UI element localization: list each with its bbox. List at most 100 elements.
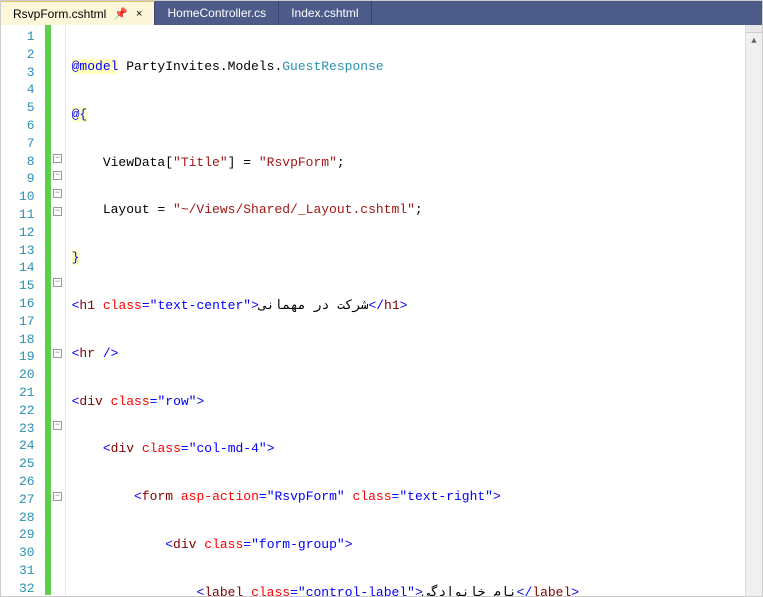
code-line: <h1 class="text-center">شرکت در مهمانی</… bbox=[72, 297, 739, 315]
outline-cell bbox=[51, 452, 65, 470]
tab-homecontroller[interactable]: HomeController.cs bbox=[155, 1, 279, 25]
line-number: 6 bbox=[19, 117, 35, 135]
line-number: 25 bbox=[19, 455, 35, 473]
outline-cell: − bbox=[51, 167, 65, 185]
line-number: 20 bbox=[19, 366, 35, 384]
line-number: 9 bbox=[19, 170, 35, 188]
close-icon[interactable]: × bbox=[136, 8, 142, 20]
scroll-up-icon[interactable]: ▲ bbox=[746, 33, 762, 50]
collapse-icon[interactable]: − bbox=[53, 189, 62, 198]
outline-cell bbox=[51, 523, 65, 541]
outline-cell: − bbox=[51, 417, 65, 435]
outline-cell: − bbox=[51, 345, 65, 363]
code-line: Layout = "~/Views/Shared/_Layout.cshtml"… bbox=[72, 201, 739, 219]
line-number: 29 bbox=[19, 526, 35, 544]
outline-cell bbox=[51, 25, 65, 43]
outline-cell bbox=[51, 61, 65, 79]
outline-cell bbox=[51, 506, 65, 524]
outline-cell bbox=[51, 132, 65, 150]
line-number: 31 bbox=[19, 562, 35, 580]
line-number: 24 bbox=[19, 437, 35, 455]
collapse-icon[interactable]: − bbox=[53, 171, 62, 180]
outline-cell bbox=[51, 363, 65, 381]
line-number: 17 bbox=[19, 313, 35, 331]
outline-cell bbox=[51, 96, 65, 114]
code-line: <form asp-action="RsvpForm" class="text-… bbox=[72, 488, 739, 506]
tab-label: RsvpForm.cshtml bbox=[13, 7, 106, 21]
line-number: 22 bbox=[19, 402, 35, 420]
outline-cell bbox=[51, 43, 65, 61]
outline-cell bbox=[51, 292, 65, 310]
outline-cell bbox=[51, 221, 65, 239]
vertical-scrollbar[interactable]: ▲ bbox=[745, 25, 762, 596]
line-number: 14 bbox=[19, 259, 35, 277]
code-line: <div class="col-md-4"> bbox=[72, 440, 739, 458]
collapse-icon[interactable]: − bbox=[53, 349, 62, 358]
collapse-icon[interactable]: − bbox=[53, 154, 62, 163]
line-number: 11 bbox=[19, 206, 35, 224]
line-number: 7 bbox=[19, 135, 35, 153]
outline-cell bbox=[51, 470, 65, 488]
editor-body: 1234567891011121314151617181920212223242… bbox=[1, 25, 762, 596]
line-number: 27 bbox=[19, 491, 35, 509]
tab-index[interactable]: Index.cshtml bbox=[279, 1, 371, 25]
tab-label: Index.cshtml bbox=[291, 6, 358, 20]
outline-cell bbox=[51, 78, 65, 96]
collapse-icon[interactable]: − bbox=[53, 421, 62, 430]
outline-cell: − bbox=[51, 274, 65, 292]
outline-cell: − bbox=[51, 185, 65, 203]
line-number: 28 bbox=[19, 509, 35, 527]
line-number: 8 bbox=[19, 153, 35, 171]
line-number: 3 bbox=[19, 64, 35, 82]
tab-rsvpform[interactable]: RsvpForm.cshtml 📌 × bbox=[1, 1, 155, 25]
code-line: } bbox=[72, 249, 739, 267]
outline-cell bbox=[51, 310, 65, 328]
line-number: 23 bbox=[19, 420, 35, 438]
line-number: 10 bbox=[19, 188, 35, 206]
outline-cell bbox=[51, 239, 65, 257]
outline-cell: − bbox=[51, 488, 65, 506]
code-line: @{ bbox=[72, 106, 739, 124]
outline-cell bbox=[51, 256, 65, 274]
outline-cell: − bbox=[51, 203, 65, 221]
split-handle[interactable] bbox=[746, 25, 762, 33]
code-line: <hr /> bbox=[72, 345, 739, 363]
tab-label: HomeController.cs bbox=[167, 6, 266, 20]
line-number: 13 bbox=[19, 242, 35, 260]
code-line: <div class="row"> bbox=[72, 393, 739, 411]
pin-icon[interactable]: 📌 bbox=[114, 7, 128, 20]
outline-cell bbox=[51, 541, 65, 559]
line-number: 15 bbox=[19, 277, 35, 295]
collapse-icon[interactable]: − bbox=[53, 207, 62, 216]
outline-cell: − bbox=[51, 150, 65, 168]
line-number: 4 bbox=[19, 81, 35, 99]
code-line: <label class="control-label">نام خانوادگ… bbox=[72, 584, 739, 596]
code-line: ViewData["Title"] = "RsvpForm"; bbox=[72, 154, 739, 172]
line-number: 1 bbox=[19, 28, 35, 46]
line-number: 12 bbox=[19, 224, 35, 242]
outline-cell bbox=[51, 559, 65, 577]
code-area[interactable]: @model PartyInvites.Models.GuestResponse… bbox=[66, 25, 745, 596]
outline-cell bbox=[51, 328, 65, 346]
collapse-icon[interactable]: − bbox=[53, 278, 62, 287]
line-number: 19 bbox=[19, 348, 35, 366]
outline-bar: − − − − − − − − bbox=[51, 25, 65, 596]
outline-cell bbox=[51, 114, 65, 132]
line-number: 32 bbox=[19, 580, 35, 596]
line-number: 16 bbox=[19, 295, 35, 313]
tab-bar: RsvpForm.cshtml 📌 × HomeController.cs In… bbox=[1, 1, 762, 25]
line-number: 26 bbox=[19, 473, 35, 491]
line-number: 5 bbox=[19, 99, 35, 117]
outline-cell bbox=[51, 399, 65, 417]
gutter: 1234567891011121314151617181920212223242… bbox=[1, 25, 66, 596]
code-editor: RsvpForm.cshtml 📌 × HomeController.cs In… bbox=[0, 0, 763, 597]
code-line: @model PartyInvites.Models.GuestResponse bbox=[72, 58, 739, 76]
line-numbers: 1234567891011121314151617181920212223242… bbox=[1, 25, 45, 596]
collapse-icon[interactable]: − bbox=[53, 492, 62, 501]
line-number: 21 bbox=[19, 384, 35, 402]
line-number: 18 bbox=[19, 331, 35, 349]
outline-cell bbox=[51, 381, 65, 399]
outline-cell bbox=[51, 434, 65, 452]
line-number: 30 bbox=[19, 544, 35, 562]
code-line: <div class="form-group"> bbox=[72, 536, 739, 554]
